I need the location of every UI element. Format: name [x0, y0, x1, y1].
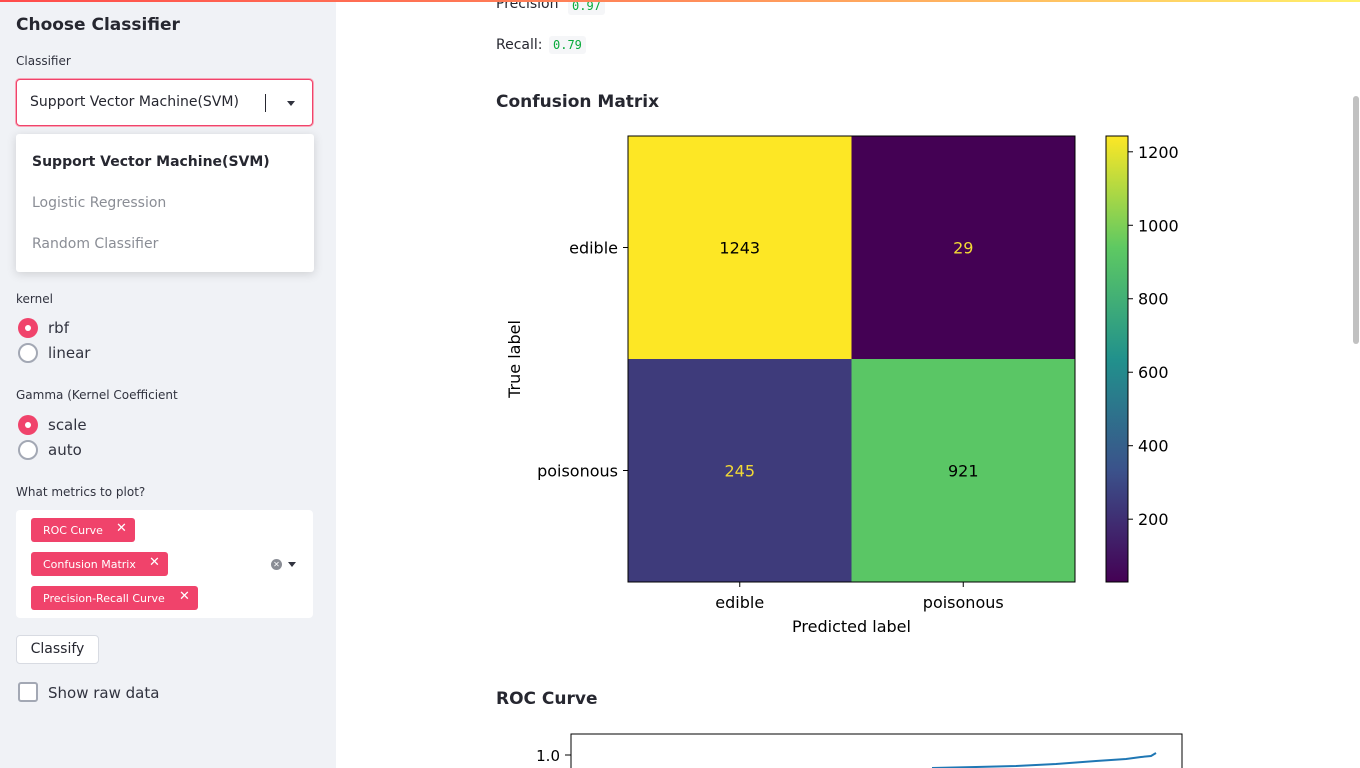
remove-tag-icon[interactable]: ✕ — [149, 555, 160, 570]
cell-value-label: 29 — [953, 239, 973, 258]
precision-value: 0.97 — [568, 0, 605, 15]
radio-label: scale — [48, 416, 87, 434]
colorbar-tick-label: 600 — [1138, 363, 1169, 382]
tag-label: ROC Curve — [43, 523, 103, 537]
sidebar-title: Choose Classifier — [16, 15, 180, 35]
colorbar-tick-label: 1000 — [1138, 216, 1179, 235]
cell-value-label: 245 — [724, 462, 755, 481]
tag-confusion-matrix: Confusion Matrix ✕ — [31, 552, 168, 576]
colorbar-tick-label: 400 — [1138, 437, 1169, 456]
radio-unchecked-icon[interactable] — [18, 343, 38, 363]
show-raw-data-label: Show raw data — [48, 684, 160, 702]
dropdown-option-logistic-regression[interactable]: Logistic Regression — [32, 195, 166, 211]
radio-kernel-rbf[interactable]: rbf — [18, 318, 69, 338]
tag-precision-recall-curve: Precision-Recall Curve ✕ — [31, 586, 198, 610]
classifier-label: Classifier — [16, 54, 71, 68]
x-axis-label: Predicted label — [792, 617, 911, 636]
remove-tag-icon[interactable]: ✕ — [179, 589, 190, 604]
colorbar-tick-label: 1200 — [1138, 143, 1179, 162]
recall-value: 0.79 — [549, 36, 586, 54]
roc-frame — [570, 733, 1183, 768]
roc-series-line — [931, 752, 1157, 768]
y-tick-label: 1.0 — [536, 747, 560, 765]
metrics-multiselect[interactable]: ROC Curve ✕ Confusion Matrix ✕ Precision… — [16, 510, 313, 618]
chevron-down-icon[interactable] — [287, 101, 295, 106]
gamma-label: Gamma (Kernel Coefficient — [16, 388, 178, 402]
metrics-label: What metrics to plot? — [16, 485, 146, 499]
y-tick-label: edible — [569, 239, 618, 258]
tag-label: Precision-Recall Curve — [43, 591, 165, 605]
tag-label: Confusion Matrix — [43, 557, 136, 571]
x-tick-label: edible — [715, 593, 764, 612]
recall-label: Recall: — [496, 37, 543, 53]
colorbar-tick-label: 800 — [1138, 290, 1169, 309]
radio-label: rbf — [48, 319, 69, 337]
top-decoration-bar — [0, 0, 1360, 2]
cell-value-label: 921 — [948, 462, 979, 481]
radio-gamma-scale[interactable]: scale — [18, 415, 87, 435]
y-tick-label: poisonous — [537, 462, 618, 481]
radio-checked-icon[interactable] — [18, 318, 38, 338]
tag-roc-curve: ROC Curve ✕ — [31, 518, 135, 542]
radio-gamma-auto[interactable]: auto — [18, 440, 82, 460]
radio-label: linear — [48, 344, 91, 362]
scrollbar[interactable] — [1353, 96, 1359, 344]
sidebar: Choose Classifier Classifier Support Vec… — [0, 0, 336, 768]
confusion-matrix-title: Confusion Matrix — [496, 92, 660, 112]
remove-tag-icon[interactable]: ✕ — [116, 521, 127, 536]
confusion-matrix-chart: 1243 29 245 921 edible poisonous edible poison… — [505, 135, 1179, 636]
radio-checked-icon[interactable] — [18, 415, 38, 435]
classifier-select-value: Support Vector Machine(SVM) — [30, 94, 239, 110]
colorbar-tick-label: 200 — [1138, 510, 1169, 529]
kernel-label: kernel — [16, 292, 53, 306]
clear-all-icon[interactable]: ✕ — [271, 559, 282, 570]
radio-kernel-linear[interactable]: linear — [18, 343, 90, 363]
y-axis-label: True label — [505, 320, 524, 399]
x-tick-label: poisonous — [923, 593, 1004, 612]
roc-curve-title: ROC Curve — [496, 689, 598, 709]
colorbar — [1105, 135, 1129, 583]
cell-value-label: 1243 — [719, 239, 760, 258]
radio-label: auto — [48, 441, 82, 459]
classifier-dropdown-menu: Support Vector Machine(SVM) Logistic Reg… — [16, 134, 314, 272]
roc-curve-chart: 1.0 — [536, 733, 1183, 768]
chevron-down-icon[interactable] — [288, 562, 296, 567]
text-cursor — [265, 94, 266, 112]
show-raw-data-checkbox[interactable] — [18, 682, 38, 702]
classifier-select[interactable]: Support Vector Machine(SVM) — [16, 79, 313, 126]
radio-unchecked-icon[interactable] — [18, 440, 38, 460]
classify-button[interactable]: Classify — [16, 635, 99, 664]
dropdown-option-random-classifier[interactable]: Random Classifier — [32, 236, 158, 252]
dropdown-option-svm[interactable]: Support Vector Machine(SVM) — [32, 154, 270, 170]
